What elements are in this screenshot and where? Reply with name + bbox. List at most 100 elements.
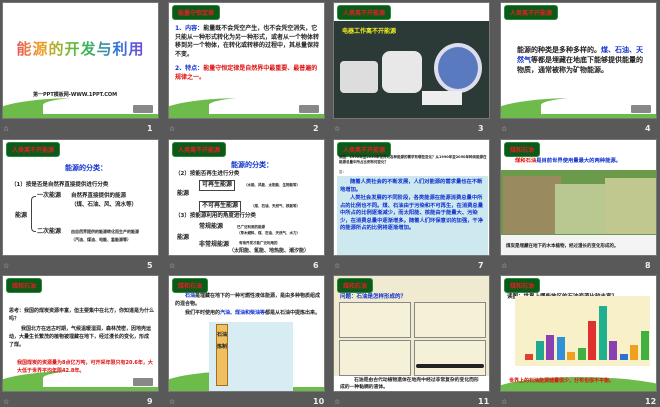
text: 石油 xyxy=(185,293,196,299)
slide-number: 1 xyxy=(147,124,153,133)
slide-4[interactable]: 人类离不开能源 能源的种类是多种多样的。煤、石油、天然气等都是埋藏在地底下能够提… xyxy=(500,2,657,119)
bar xyxy=(609,340,617,360)
caption: 煤炭是埋藏在地下的木本植物，经过漫长的变化形成的。 xyxy=(506,244,619,249)
text: 能源的种类是多种多样的。 xyxy=(517,46,601,54)
slide-number: 7 xyxy=(478,261,484,270)
transition-icon[interactable]: ☆ xyxy=(501,125,507,133)
slide-number: 8 xyxy=(645,261,651,270)
heading: 能源的分类： xyxy=(65,164,107,172)
transition-icon[interactable]: ☆ xyxy=(501,262,507,270)
slide-tag: 能量守恒定律 xyxy=(172,5,221,20)
bar xyxy=(630,344,638,360)
transition-icon[interactable]: ☆ xyxy=(3,398,9,406)
text: 我们平时使用的 xyxy=(185,310,221,316)
laptop-icon xyxy=(133,378,153,386)
text: 我国煤炭的资源量为8点亿万吨，可开采年限只有20.6年，大大低于世界平均年限42… xyxy=(17,360,153,374)
text: 二次能源 xyxy=(37,228,62,235)
question: 思考：我国的煤炭资源丰富，但主要集中在北方，你知道是为什么吗？ xyxy=(9,308,155,322)
transition-icon[interactable]: ☆ xyxy=(334,262,340,270)
bar xyxy=(588,321,596,360)
question: 读图：1990年至2050年世界对各种能源的需求有哪些变化？从1990年至205… xyxy=(339,155,487,164)
slide-2[interactable]: 能量守恒定律 1、内容：能量既不会凭空产生，也不会凭空消失，它只能从一种形式转化… xyxy=(168,2,325,119)
transition-icon[interactable]: ☆ xyxy=(501,398,507,406)
slide-number: 5 xyxy=(147,261,153,270)
transition-icon[interactable]: ☆ xyxy=(334,398,340,406)
slide-10[interactable]: 煤和石油 石油是埋藏在地下的一种可燃性液体能源，是由多种物质组成的混合物。 我们… xyxy=(168,275,325,392)
slide-tag: 人类离不开能源 xyxy=(504,5,559,20)
slide-11[interactable]: 煤和石油 问题：石油是怎样形成的？ 石油是由古代动植物遗体在地壳中经过非常复杂的… xyxy=(333,275,490,392)
transition-icon[interactable]: ☆ xyxy=(169,262,175,270)
slide-number: 3 xyxy=(478,124,484,133)
bar xyxy=(640,331,649,360)
text: 不可再生能源 xyxy=(199,201,242,212)
bar xyxy=(598,305,607,360)
slide-number: 12 xyxy=(645,397,657,406)
text: 世界上的石油能源储量很少，分布也很不平衡。 xyxy=(509,378,615,384)
label: 2、特点： xyxy=(175,65,204,72)
text: 是目前世界使用量最大的两种能源。 xyxy=(536,158,621,164)
text: 能源 xyxy=(177,234,190,241)
slide-6[interactable]: 人类离不开能源 能源的分类： （2）按能否再生进行分类 能源 可再生能源 （水能… xyxy=(168,139,325,256)
bar xyxy=(535,340,544,360)
bar xyxy=(556,336,565,360)
text: 都是从石油中提炼出来。 xyxy=(265,310,321,316)
text: 有待开发才能广泛利用的 xyxy=(239,241,278,245)
transition-icon[interactable]: ☆ xyxy=(334,125,340,133)
bar xyxy=(567,352,575,360)
transition-icon[interactable]: ☆ xyxy=(3,262,9,270)
slide-7[interactable]: 人类离不开能源 读图：1990年至2050年世界对各种能源的需求有哪些变化？从1… xyxy=(333,139,490,256)
slide-tag: 人类离不开能源 xyxy=(6,142,61,157)
bar xyxy=(546,334,554,360)
slide-number: 6 xyxy=(313,261,319,270)
text: 可再生能源 xyxy=(199,180,236,191)
slide-number: 4 xyxy=(645,124,651,133)
text: 汽油、煤油和柴油等 xyxy=(220,310,266,316)
slide-9[interactable]: 煤和石油 思考：我国的煤炭资源丰富，但主要集中在北方，你知道是为什么吗？ 我国北… xyxy=(2,275,159,392)
bar xyxy=(577,348,586,360)
text: 非常规能源 xyxy=(199,241,230,248)
caption: 石油是由古代动植物遗体在地壳中经过非常复杂的变化而形成的一种黏稠的液体。 xyxy=(340,378,479,390)
heading: 能源的分类： xyxy=(231,161,273,169)
slide-5[interactable]: 人类离不开能源 能源的分类： （1）按是否是自然界直接提供进行分类 能源 一次能… xyxy=(2,139,159,256)
question: 问题：石油是怎样形成的？ xyxy=(340,294,407,300)
text: 随着人类社会的不断发展，人们对能源的需求量也在不断地增加。 xyxy=(340,179,483,193)
slide-tag: 人类离不开能源 xyxy=(172,142,227,157)
text: （草木燃料、煤、石油、天然气、水力） xyxy=(237,231,300,235)
transition-icon[interactable]: ☆ xyxy=(169,125,175,133)
transition-icon[interactable]: ☆ xyxy=(169,398,175,406)
text: 煤和石油 xyxy=(515,158,537,164)
text: 自然界直接提供的能源 xyxy=(71,193,127,199)
slide-3[interactable]: 人类离不开能源 电器工作离不开能源 xyxy=(333,2,490,119)
text: 等都是埋藏在地底下能够提供能量的物质，通常被称为矿物能源。 xyxy=(517,56,643,74)
slide-12[interactable]: 煤和石油 读图：世界上哪些地区的石油资源比较丰富？ 世界上的石油能源储量很少，分… xyxy=(500,275,657,392)
slide-1[interactable]: 能源的开发与利用 第一PPT模板网-WWW.1PPT.COM xyxy=(2,2,159,119)
text: （煤、石油、风、流水等） xyxy=(71,202,138,208)
text: 能源 xyxy=(15,212,28,219)
text: （煤、石油、天然气、核能等） xyxy=(251,204,300,208)
bar-chart xyxy=(515,296,650,366)
label: 1、内容： xyxy=(175,25,204,32)
slide-tag: 煤和石油 xyxy=(504,278,541,293)
bar xyxy=(619,354,628,360)
slide-number: 10 xyxy=(313,397,325,406)
laptop-icon xyxy=(631,105,651,113)
slide-title: 能源的开发与利用 xyxy=(3,38,158,59)
text: （3）按能源利用的角度进行分类 xyxy=(175,213,256,219)
text: 我国北方在远古时期，气候温暖湿润，森林茂密，因地壳运动，大量生长繁茂的植物被埋藏… xyxy=(9,326,152,348)
text: 常规能源 xyxy=(199,223,224,230)
bar xyxy=(525,354,533,360)
text: 人类社会发展的不同阶段，各类能源在能源消费总量中所占的比例也不同。煤、石油由于污… xyxy=(340,195,484,231)
text: （水能、风能、太阳能、生物能等） xyxy=(244,183,300,187)
slide-number: 11 xyxy=(478,397,490,406)
text: 一次能源 xyxy=(37,192,62,199)
text: （2）按能否再生进行分类 xyxy=(175,171,240,177)
slide-tag: 煤和石油 xyxy=(6,278,43,293)
text: （1）按是否是自然界直接提供进行分类 xyxy=(11,182,109,188)
slide-8[interactable]: 煤和石油 煤和石油是目前世界使用量最大的两种能源。 煤炭是埋藏在地下的木本植物，… xyxy=(500,139,657,256)
text: （汽油、煤油、电能、氢能源等） xyxy=(71,237,131,242)
text: （太阳能、氢能、地热能、潮汐能） xyxy=(229,248,310,255)
laptop-icon xyxy=(299,105,319,113)
transition-icon[interactable]: ☆ xyxy=(3,125,9,133)
laptop-icon xyxy=(133,105,153,113)
caption: 电器工作离不开能源 xyxy=(342,28,397,35)
